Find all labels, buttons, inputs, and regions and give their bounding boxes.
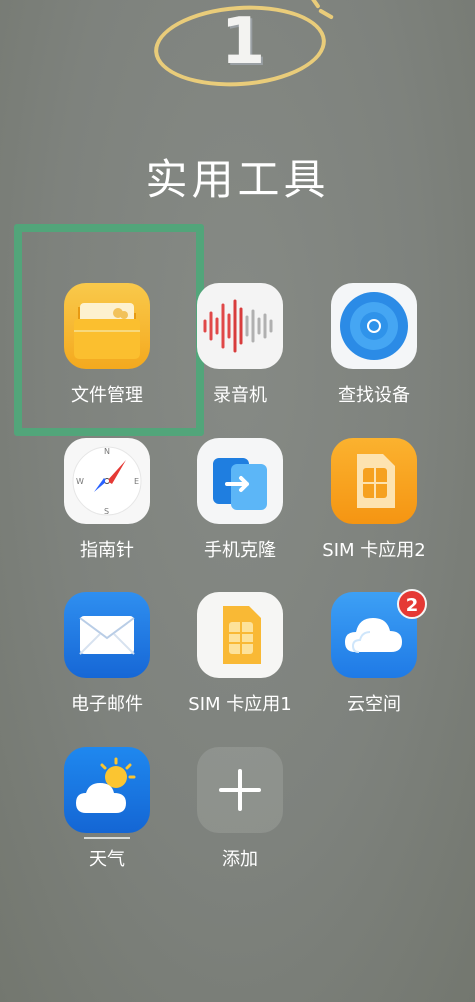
folder-title[interactable]: 实用工具: [0, 146, 475, 207]
svg-text:S: S: [104, 507, 109, 516]
app-label: 录音机: [213, 385, 267, 406]
app-file-manager[interactable]: 文件管理: [42, 283, 172, 407]
app-sim-1[interactable]: SIM 卡应用1: [175, 592, 305, 716]
app-label: 手机克隆: [204, 540, 276, 561]
app-label: SIM 卡应用1: [188, 694, 292, 715]
divider-line: [84, 837, 130, 839]
soundwave-icon: [197, 283, 283, 369]
phone-clone-icon: [197, 438, 283, 524]
svg-text:E: E: [134, 477, 139, 486]
step-number: 1: [220, 5, 266, 79]
svg-text:W: W: [76, 477, 84, 486]
app-label: 云空间: [347, 694, 401, 715]
app-sim-2[interactable]: SIM 卡应用2: [309, 438, 439, 562]
app-find-device[interactable]: 查找设备: [309, 283, 439, 407]
weather-icon: [64, 747, 150, 833]
app-label: 天气: [89, 849, 125, 870]
plus-icon: [197, 747, 283, 833]
svg-text:N: N: [104, 447, 110, 456]
app-label: 文件管理: [71, 385, 143, 406]
app-weather[interactable]: 天气: [42, 747, 172, 871]
compass-icon: N S W E: [64, 438, 150, 524]
app-label: 指南针: [80, 540, 134, 561]
app-label: 查找设备: [338, 385, 410, 406]
envelope-icon: [64, 592, 150, 678]
notification-badge: 2: [397, 589, 427, 619]
folder-icon: [64, 283, 150, 369]
app-recorder[interactable]: 录音机: [175, 283, 305, 407]
app-compass[interactable]: N S W E 指南针: [42, 438, 172, 562]
app-phone-clone[interactable]: 手机克隆: [175, 438, 305, 562]
sim-card-icon: [197, 592, 283, 678]
add-app-button[interactable]: 添加: [175, 747, 305, 871]
app-email[interactable]: 电子邮件: [42, 592, 172, 716]
app-label: 添加: [222, 849, 258, 870]
app-label: 电子邮件: [71, 694, 143, 715]
sim-card-icon: [331, 438, 417, 524]
radar-icon: [331, 283, 417, 369]
app-label: SIM 卡应用2: [322, 540, 426, 561]
